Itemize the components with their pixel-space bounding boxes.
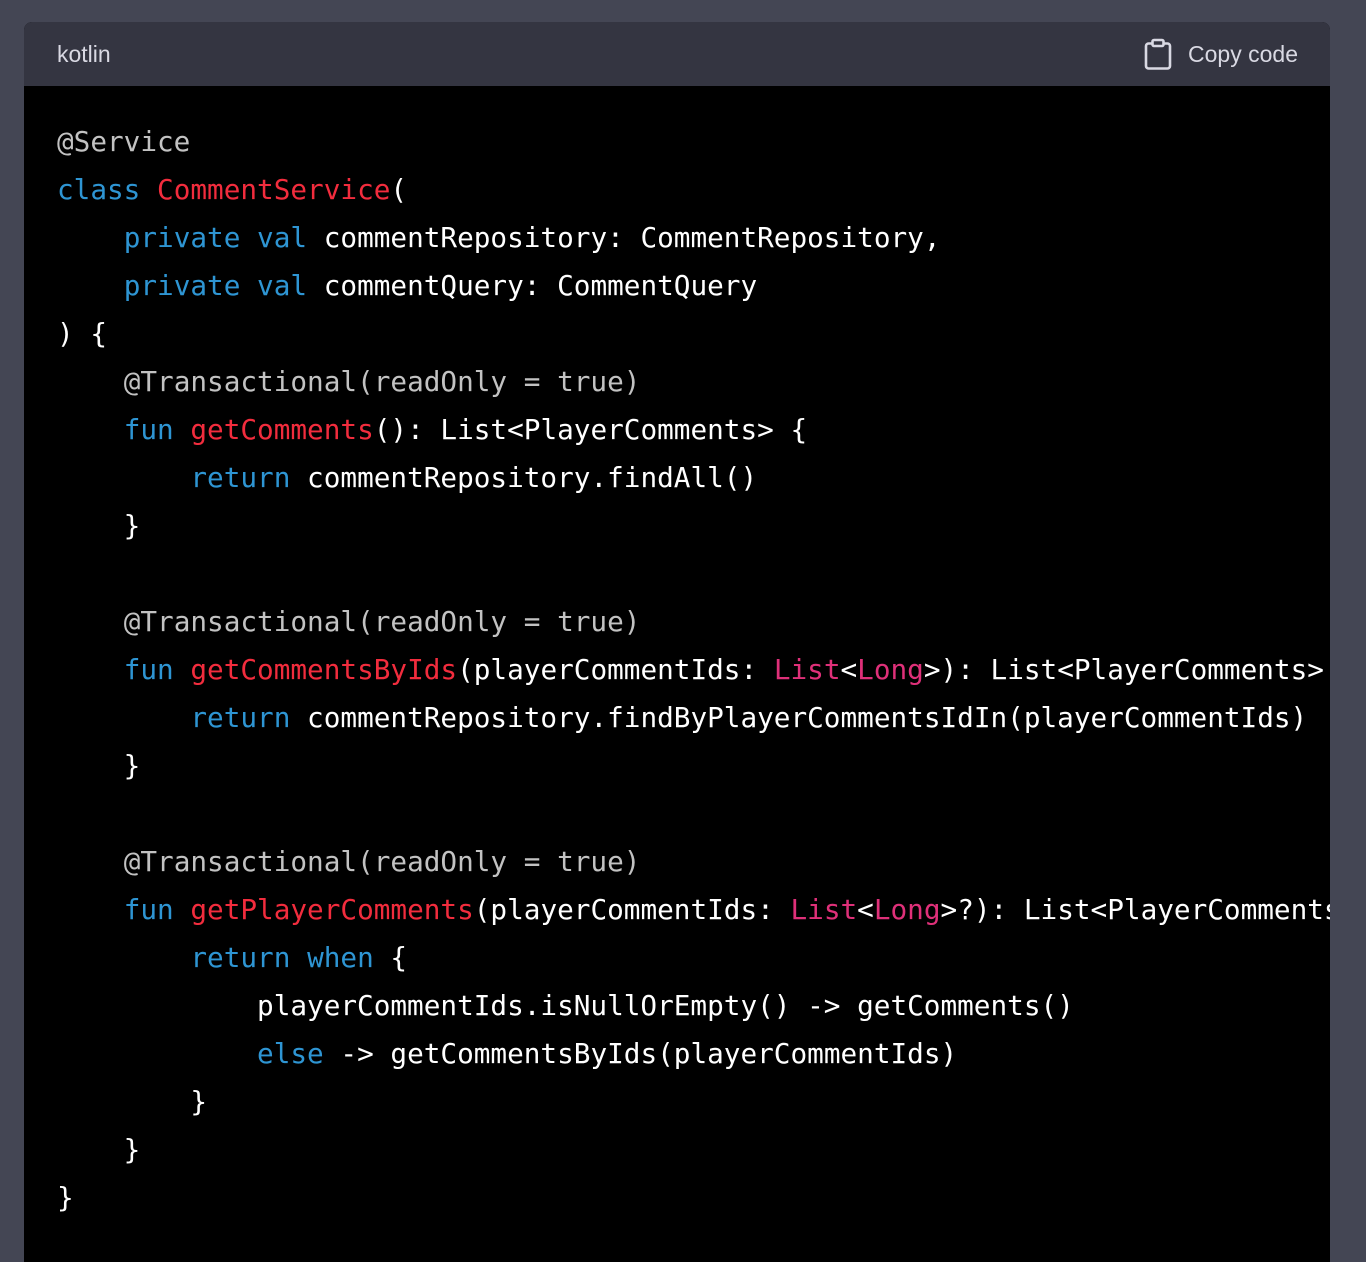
- code-line: fun getComments(): List<PlayerComments> …: [57, 406, 1330, 454]
- code-token-plain: (: [390, 173, 408, 206]
- code-token-annotation: @Transactional(readOnly = true): [123, 845, 641, 878]
- code-token-keyword: fun: [123, 653, 174, 686]
- code-token-plain: commentRepository.findByPlayerCommentsId…: [290, 701, 1308, 734]
- code-line: fun getPlayerComments(playerCommentIds: …: [57, 886, 1330, 934]
- code-token-keyword: fun: [123, 893, 174, 926]
- code-line: @Service: [57, 118, 1330, 166]
- code-token-annotation: @Service: [57, 125, 191, 158]
- code-token-builtin: Long: [873, 893, 941, 926]
- code-token-plain: <: [857, 893, 874, 926]
- code-line: }: [57, 1078, 1330, 1126]
- code-block-header: kotlin Copy code: [24, 22, 1330, 86]
- code-line: }: [57, 502, 1330, 550]
- code-line: }: [57, 742, 1330, 790]
- code-token-plain: commentRepository: CommentRepository,: [307, 221, 941, 254]
- code-token-keyword: val: [257, 269, 308, 302]
- code-line: @Transactional(readOnly = true): [57, 358, 1330, 406]
- code-token-plain: -> getCommentsByIds(playerCommentIds): [323, 1037, 958, 1070]
- code-line: @Transactional(readOnly = true): [57, 838, 1330, 886]
- clipboard-icon: [1144, 38, 1172, 70]
- code-line: return when {: [57, 934, 1330, 982]
- code-block: kotlin Copy code @Service class CommentSe…: [24, 22, 1330, 1262]
- code-line: private val commentRepository: CommentRe…: [57, 214, 1330, 262]
- code-token-keyword: class: [57, 173, 141, 206]
- code-line: ) {: [57, 310, 1330, 358]
- code-line: private val commentQuery: CommentQuery: [57, 262, 1330, 310]
- code-token-plain: }: [57, 749, 141, 782]
- code-token-plain: (playerCommentIds:: [473, 893, 791, 926]
- code-token-annotation: @Transactional(readOnly = true): [123, 365, 641, 398]
- code-token-plain: (): List<PlayerComments> {: [373, 413, 808, 446]
- code-line: class CommentService(: [57, 166, 1330, 214]
- code-line: }: [57, 1174, 1330, 1222]
- code-token-plain: }: [57, 1085, 208, 1118]
- code-token-builtin: List: [773, 653, 841, 686]
- code-token-plain: }: [57, 1181, 74, 1214]
- code-token-keyword: private: [123, 221, 241, 254]
- code-token-keyword: else: [257, 1037, 324, 1070]
- code-token-keyword: return: [190, 941, 291, 974]
- code-line: else -> getCommentsByIds(playerCommentId…: [57, 1030, 1330, 1078]
- code-token-keyword: val: [257, 221, 308, 254]
- code-token-plain: <: [840, 653, 858, 686]
- copy-code-button[interactable]: Copy code: [1144, 38, 1298, 70]
- code-token-title: CommentService: [157, 173, 391, 206]
- code-token-title: getPlayerComments: [190, 893, 474, 926]
- code-token-keyword: return: [190, 701, 291, 734]
- code-token-plain: >?): List<PlayerComments> {: [940, 893, 1330, 926]
- code-token-keyword: fun: [123, 413, 174, 446]
- code-line: @Transactional(readOnly = true): [57, 598, 1330, 646]
- code-token-plain: >): List<PlayerComments> {: [923, 653, 1330, 686]
- code-token-annotation: @Transactional(readOnly = true): [123, 605, 641, 638]
- code-line: return commentRepository.findAll(): [57, 454, 1330, 502]
- copy-code-label: Copy code: [1188, 40, 1298, 67]
- code-token-plain: ) {: [57, 317, 108, 350]
- code-token-builtin: Long: [857, 653, 924, 686]
- code-token-keyword: when: [307, 941, 374, 974]
- code-line: }: [57, 1126, 1330, 1174]
- code-line: fun getCommentsByIds(playerCommentIds: L…: [57, 646, 1330, 694]
- code-token-title: getCommentsByIds: [190, 653, 458, 686]
- code-token-title: getComments: [190, 413, 374, 446]
- code-token-keyword: return: [190, 461, 291, 494]
- code-token-builtin: List: [790, 893, 858, 926]
- code-token-plain: commentQuery: CommentQuery: [307, 269, 758, 302]
- code-body: @Service class CommentService( private va…: [57, 118, 1330, 1222]
- code-token-plain: commentRepository.findAll(): [290, 461, 758, 494]
- language-label: kotlin: [57, 40, 111, 67]
- code-line: return commentRepository.findByPlayerCom…: [57, 694, 1330, 742]
- code-line: playerCommentIds.isNullOrEmpty() -> getC…: [57, 982, 1330, 1030]
- code-token-plain: {: [373, 941, 408, 974]
- code-token-plain: playerCommentIds.isNullOrEmpty() -> getC…: [57, 989, 1074, 1022]
- code-token-keyword: private: [123, 269, 241, 302]
- code-token-plain: }: [57, 509, 141, 542]
- code-token-plain: (playerCommentIds:: [457, 653, 774, 686]
- code-token-plain: }: [57, 1133, 141, 1166]
